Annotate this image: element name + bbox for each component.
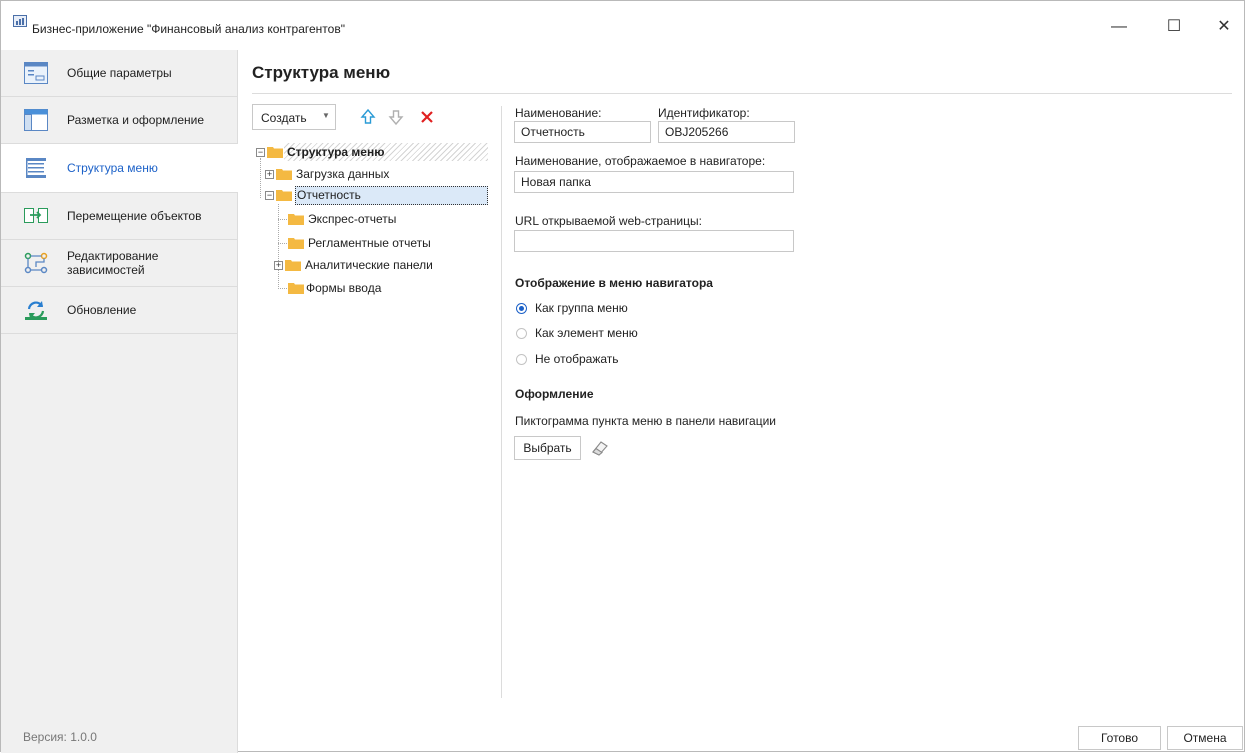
name-input[interactable]: Отчетность — [514, 121, 651, 143]
choose-icon-button[interactable]: Выбрать — [514, 436, 581, 460]
eraser-icon[interactable] — [590, 439, 610, 457]
id-label: Идентификатор: — [658, 106, 750, 120]
down-arrow-icon[interactable] — [387, 108, 405, 126]
create-label: Создать — [261, 111, 307, 125]
collapse-toggle[interactable]: − — [256, 148, 265, 157]
cancel-button[interactable]: Отмена — [1167, 726, 1243, 750]
app-icon — [13, 15, 27, 27]
sidebar-item-label: Общие параметры — [67, 66, 172, 80]
tree-item-label[interactable]: Загрузка данных — [296, 167, 389, 181]
sidebar-item-layout[interactable]: Разметка и оформление — [1, 97, 237, 144]
id-input[interactable]: OBJ205266 — [658, 121, 795, 143]
tree-item-label[interactable]: Аналитические панели — [305, 258, 433, 272]
icon-label: Пиктограмма пункта меню в панели навигац… — [515, 414, 777, 428]
nav-name-input[interactable]: Новая папка — [514, 171, 794, 193]
folder-icon — [288, 238, 304, 249]
tree-item-label[interactable]: Формы ввода — [306, 281, 381, 295]
radio-label[interactable]: Как группа меню — [535, 301, 628, 315]
menu-structure-icon — [26, 158, 46, 178]
window-title: Бизнес-приложение "Финансовый анализ кон… — [32, 22, 345, 36]
up-arrow-icon[interactable] — [359, 108, 377, 126]
sidebar-item-label: Разметка и оформление — [67, 113, 205, 127]
minimize-button[interactable]: — — [1099, 13, 1139, 41]
layout-icon — [24, 109, 48, 131]
maximize-button[interactable]: ☐ — [1154, 13, 1194, 41]
url-input[interactable] — [514, 230, 794, 252]
tree-item-label[interactable]: Экспрес-отчеты — [308, 212, 396, 226]
sidebar-item-label: Перемещение объектов — [67, 209, 202, 223]
folder-icon — [276, 169, 292, 180]
page-title: Структура меню — [252, 63, 391, 82]
nav-name-label: Наименование, отображаемое в навигаторе: — [515, 154, 766, 168]
radio-label[interactable]: Не отображать — [535, 352, 619, 366]
delete-icon[interactable] — [418, 108, 436, 126]
tree-item-label[interactable]: Регламентные отчеты — [308, 236, 431, 250]
sidebar-item-label: Структура меню — [67, 161, 158, 175]
radio-label[interactable]: Как элемент меню — [535, 326, 638, 340]
folder-icon — [267, 147, 283, 158]
radio-hide[interactable] — [516, 354, 527, 365]
sidebar-item-label: Редактирование зависимостей — [67, 249, 159, 277]
dependencies-icon — [24, 252, 48, 274]
folder-icon — [288, 283, 304, 294]
folder-icon — [288, 214, 304, 225]
settings-form-icon — [24, 62, 48, 84]
chevron-down-icon: ▼ — [322, 111, 330, 120]
app-window: Бизнес-приложение "Финансовый анализ кон… — [0, 0, 1245, 753]
panel-divider — [501, 106, 502, 698]
update-icon — [25, 301, 47, 320]
done-button[interactable]: Готово — [1078, 726, 1161, 750]
folder-icon — [285, 260, 301, 271]
sidebar-item-menu-structure[interactable]: Структура меню — [1, 144, 238, 193]
create-dropdown-button[interactable]: Создать ▼ — [252, 104, 336, 130]
sidebar-item-dependencies[interactable]: Редактирование зависимостей — [1, 240, 237, 287]
expand-toggle[interactable]: + — [265, 170, 274, 179]
close-button[interactable]: ✕ — [1204, 13, 1244, 41]
radio-menu-group[interactable] — [516, 303, 527, 314]
sidebar-item-update[interactable]: Обновление — [1, 287, 237, 334]
name-label: Наименование: — [515, 106, 602, 120]
url-label: URL открываемой web-страницы: — [515, 214, 702, 228]
tree-root-label[interactable]: Структура меню — [287, 145, 384, 159]
version-label: Версия: 1.0.0 — [23, 730, 97, 744]
sidebar-item-general[interactable]: Общие параметры — [1, 50, 237, 97]
sidebar-item-move-objects[interactable]: Перемещение объектов — [1, 193, 237, 240]
folder-icon — [276, 190, 292, 201]
tree-item-label[interactable]: Отчетность — [297, 188, 361, 202]
expand-toggle[interactable]: + — [274, 261, 283, 270]
sidebar-item-label: Обновление — [67, 303, 137, 317]
display-section-title: Отображение в меню навигатора — [515, 276, 713, 290]
title-bar: Бизнес-приложение "Финансовый анализ кон… — [1, 1, 1244, 41]
design-section-title: Оформление — [515, 387, 594, 401]
collapse-toggle[interactable]: − — [265, 191, 274, 200]
move-objects-icon — [24, 208, 48, 223]
title-divider — [252, 93, 1232, 94]
radio-menu-item[interactable] — [516, 328, 527, 339]
sidebar: Общие параметры Разметка и оформление Ст… — [1, 50, 238, 753]
